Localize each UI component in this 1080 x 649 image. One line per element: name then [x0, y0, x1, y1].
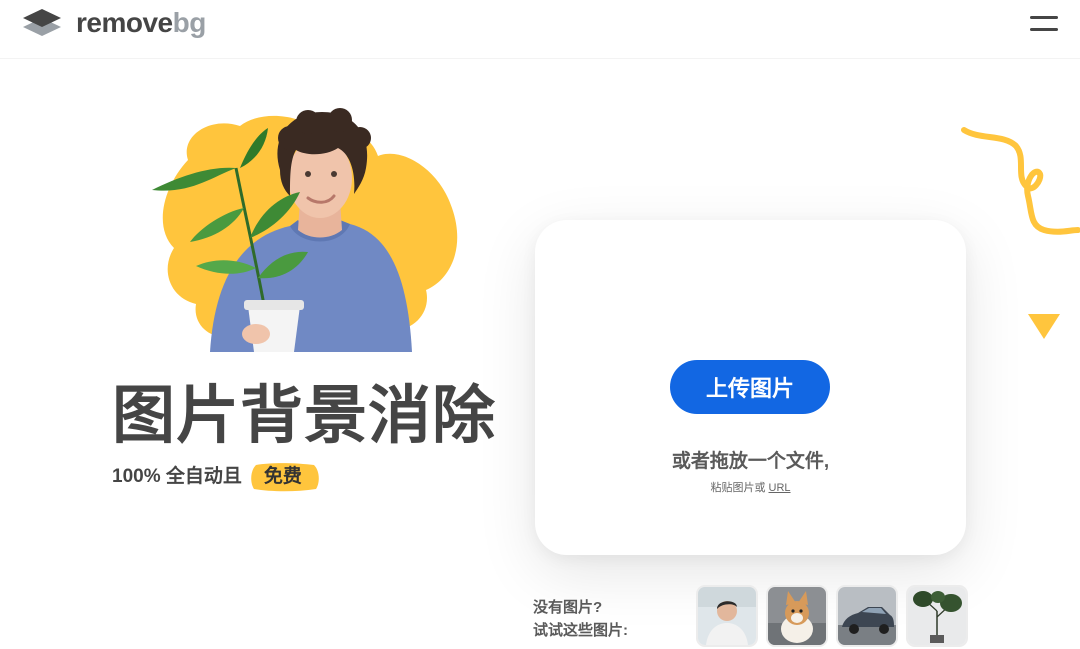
hero-subtitle-text: 100% 全自动且: [112, 466, 242, 487]
free-badge-text: 免费: [263, 466, 302, 487]
free-badge: 免费: [250, 461, 319, 493]
logo[interactable]: removebg: [20, 6, 206, 40]
drop-file-text: 或者拖放一个文件,: [671, 451, 830, 472]
sample-thumbnail-dog[interactable]: [768, 587, 826, 645]
try-these-text: 试试这些图片:: [533, 622, 628, 639]
logo-word-remove: remove: [76, 7, 173, 38]
sample-thumbnail-plant[interactable]: [908, 587, 966, 645]
hero-image: [152, 108, 458, 352]
url-link[interactable]: URL: [769, 482, 791, 494]
site-header: removebg: [0, 0, 1080, 59]
decorative-squiggle: [961, 127, 1080, 235]
paste-prefix: 粘贴图片或: [710, 482, 766, 494]
hero-subtitle: 100% 全自动且 免费: [112, 460, 319, 494]
sample-thumbnail-person[interactable]: [698, 587, 756, 645]
layers-diamond-icon: [23, 9, 61, 36]
paste-url-text: 粘贴图片或 URL: [535, 479, 966, 495]
upload-image-button[interactable]: 上传图片: [670, 360, 830, 414]
no-image-text: 没有图片?: [533, 599, 603, 616]
upload-card[interactable]: 上传图片 或者拖放一个文件, 粘贴图片或 URL: [535, 220, 966, 555]
hero-title: 图片背景消除: [112, 381, 496, 451]
decorative-triangle: [1028, 314, 1060, 339]
logo-text: removebg: [76, 9, 206, 37]
samples-label: 没有图片? 试试这些图片:: [533, 596, 628, 642]
logo-word-bg: bg: [172, 7, 207, 38]
hamburger-menu-icon[interactable]: [1026, 12, 1062, 36]
sample-thumbnail-car[interactable]: [838, 587, 896, 645]
